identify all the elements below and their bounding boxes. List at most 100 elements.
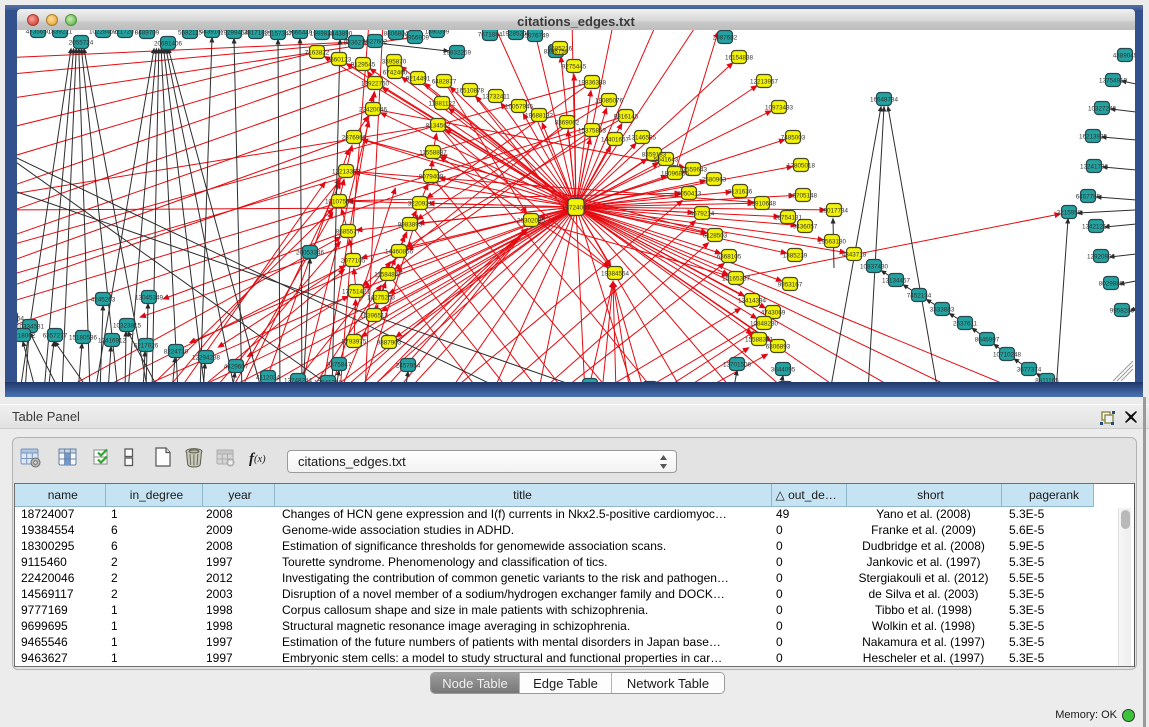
svg-text:19017734: 19017734 — [820, 207, 849, 214]
svg-text:12213369: 12213369 — [332, 168, 361, 175]
svg-text:9816145: 9816145 — [614, 113, 639, 120]
svg-text:3395870: 3395870 — [382, 58, 407, 65]
svg-text:12416912: 12416912 — [98, 337, 127, 344]
svg-text:4112034: 4112034 — [256, 374, 281, 381]
svg-text:12213967: 12213967 — [750, 78, 779, 85]
svg-text:8079409: 8079409 — [419, 173, 444, 180]
svg-text:25302035: 25302035 — [517, 217, 546, 224]
svg-text:5641643: 5641643 — [654, 156, 679, 163]
svg-text:17559643: 17559643 — [679, 166, 708, 173]
svg-text:8369062: 8369062 — [555, 119, 580, 126]
svg-text:16396513: 16396513 — [360, 312, 389, 319]
svg-text:19688132: 19688132 — [525, 112, 554, 119]
svg-text:9875847: 9875847 — [327, 361, 352, 368]
svg-text:8646997: 8646997 — [975, 336, 1000, 343]
svg-text:16213925: 16213925 — [1079, 133, 1108, 140]
svg-text:2087682: 2087682 — [713, 34, 738, 41]
svg-text:14460856: 14460856 — [385, 248, 414, 255]
svg-text:12294238: 12294238 — [192, 354, 221, 361]
svg-text:4679214: 4679214 — [690, 210, 715, 217]
svg-text:8685577: 8685577 — [336, 228, 361, 235]
svg-text:15588301: 15588301 — [745, 336, 774, 343]
svg-text:13748244: 13748244 — [284, 377, 313, 382]
svg-text:16510878: 16510878 — [456, 87, 485, 94]
svg-text:5793975: 5793975 — [342, 338, 367, 345]
svg-text:15076749: 15076749 — [521, 32, 550, 39]
svg-text:7671884: 7671884 — [478, 31, 503, 38]
svg-text:11558837: 11558837 — [419, 149, 447, 156]
svg-text:10334531: 10334531 — [17, 323, 44, 330]
svg-text:13732411: 13732411 — [482, 93, 510, 100]
svg-text:15165337: 15165337 — [722, 275, 751, 282]
svg-text:13701506: 13701506 — [723, 361, 752, 368]
svg-text:6482877: 6482877 — [432, 78, 457, 85]
svg-text:2077105: 2077105 — [341, 257, 366, 264]
svg-text:18754131: 18754131 — [774, 214, 803, 221]
svg-text:13805018: 13805018 — [787, 162, 816, 169]
svg-text:14275203: 14275203 — [367, 294, 396, 301]
svg-text:4143890: 4143890 — [328, 30, 353, 37]
svg-text:6128503: 6128503 — [703, 232, 728, 239]
svg-text:1890399: 1890399 — [425, 30, 450, 35]
svg-text:7163822: 7163822 — [305, 49, 330, 56]
svg-text:3215958: 3215958 — [1057, 209, 1082, 216]
svg-text:3333883: 3333883 — [930, 306, 955, 313]
svg-text:18724007: 18724007 — [562, 204, 591, 211]
svg-text:10710248: 10710248 — [993, 351, 1022, 358]
svg-text:6368105: 6368105 — [717, 253, 742, 260]
svg-text:19832259: 19832259 — [443, 49, 472, 56]
svg-text:8029889: 8029889 — [1099, 280, 1124, 287]
svg-text:11584847: 11584847 — [374, 271, 402, 278]
svg-text:6742460: 6742460 — [383, 69, 408, 76]
svg-text:3131636: 3131636 — [728, 188, 753, 195]
svg-text:9887903: 9887903 — [377, 339, 402, 346]
svg-text:12541238: 12541238 — [314, 379, 343, 382]
svg-text:13241736: 13241736 — [1080, 163, 1109, 170]
svg-text:1218062: 1218062 — [17, 332, 36, 339]
svg-text:13754919: 13754919 — [1099, 77, 1128, 84]
svg-text:3677374: 3677374 — [1017, 366, 1042, 373]
svg-text:6357277: 6357277 — [43, 332, 68, 339]
svg-text:7485003: 7485003 — [781, 134, 806, 141]
svg-text:16648784: 16648784 — [870, 96, 899, 103]
svg-text:10973493: 10973493 — [765, 104, 794, 111]
svg-text:13045349: 13045349 — [135, 294, 164, 301]
svg-text:2457954: 2457954 — [396, 362, 421, 369]
svg-text:1527602: 1527602 — [363, 38, 388, 45]
svg-text:4429607: 4429607 — [224, 363, 249, 370]
svg-text:12920906: 12920906 — [1087, 253, 1116, 260]
svg-text:10327246: 10327246 — [1088, 105, 1117, 112]
svg-text:13421212: 13421212 — [1082, 223, 1111, 230]
svg-text:2580963: 2580963 — [702, 176, 727, 183]
svg-text:8224730: 8224730 — [164, 348, 189, 355]
svg-text:9983893: 9983893 — [398, 221, 423, 228]
svg-text:1839221: 1839221 — [48, 30, 73, 35]
svg-text:22420046: 22420046 — [359, 106, 388, 113]
svg-text:10323815: 10323815 — [113, 322, 142, 329]
svg-text:14401657: 14401657 — [601, 136, 630, 143]
svg-text:3644095: 3644095 — [771, 366, 796, 373]
svg-text:3220921: 3220921 — [408, 200, 433, 207]
svg-text:2537611: 2537611 — [953, 320, 978, 327]
svg-text:8811165: 8811165 — [1035, 377, 1059, 382]
svg-text:13134457: 13134457 — [882, 277, 911, 284]
svg-text:20691406: 20691406 — [154, 40, 183, 47]
svg-text:9958289: 9958289 — [1110, 307, 1135, 314]
svg-text:20053346: 20053346 — [296, 249, 325, 256]
svg-text:19085076: 19085076 — [595, 97, 624, 104]
svg-text:13146585: 13146585 — [628, 134, 657, 141]
svg-text:10057945: 10057945 — [505, 103, 534, 110]
svg-text:19563180: 19563180 — [818, 238, 847, 245]
svg-text:16072954: 16072954 — [17, 315, 24, 322]
svg-text:18922760: 18922760 — [361, 80, 390, 87]
svg-text:9275445: 9275445 — [562, 63, 587, 70]
svg-text:10837430: 10837430 — [860, 263, 889, 270]
svg-text:4843718: 4843718 — [842, 251, 867, 258]
svg-text:9953167: 9953167 — [778, 281, 803, 288]
svg-text:8134562: 8134562 — [426, 122, 451, 129]
svg-text:9436057: 9436057 — [793, 223, 818, 230]
svg-text:19836388: 19836388 — [578, 79, 607, 86]
svg-text:16154838: 16154838 — [725, 54, 754, 61]
svg-text:13910648: 13910648 — [748, 200, 777, 207]
svg-text:16705148: 16705148 — [789, 192, 818, 199]
